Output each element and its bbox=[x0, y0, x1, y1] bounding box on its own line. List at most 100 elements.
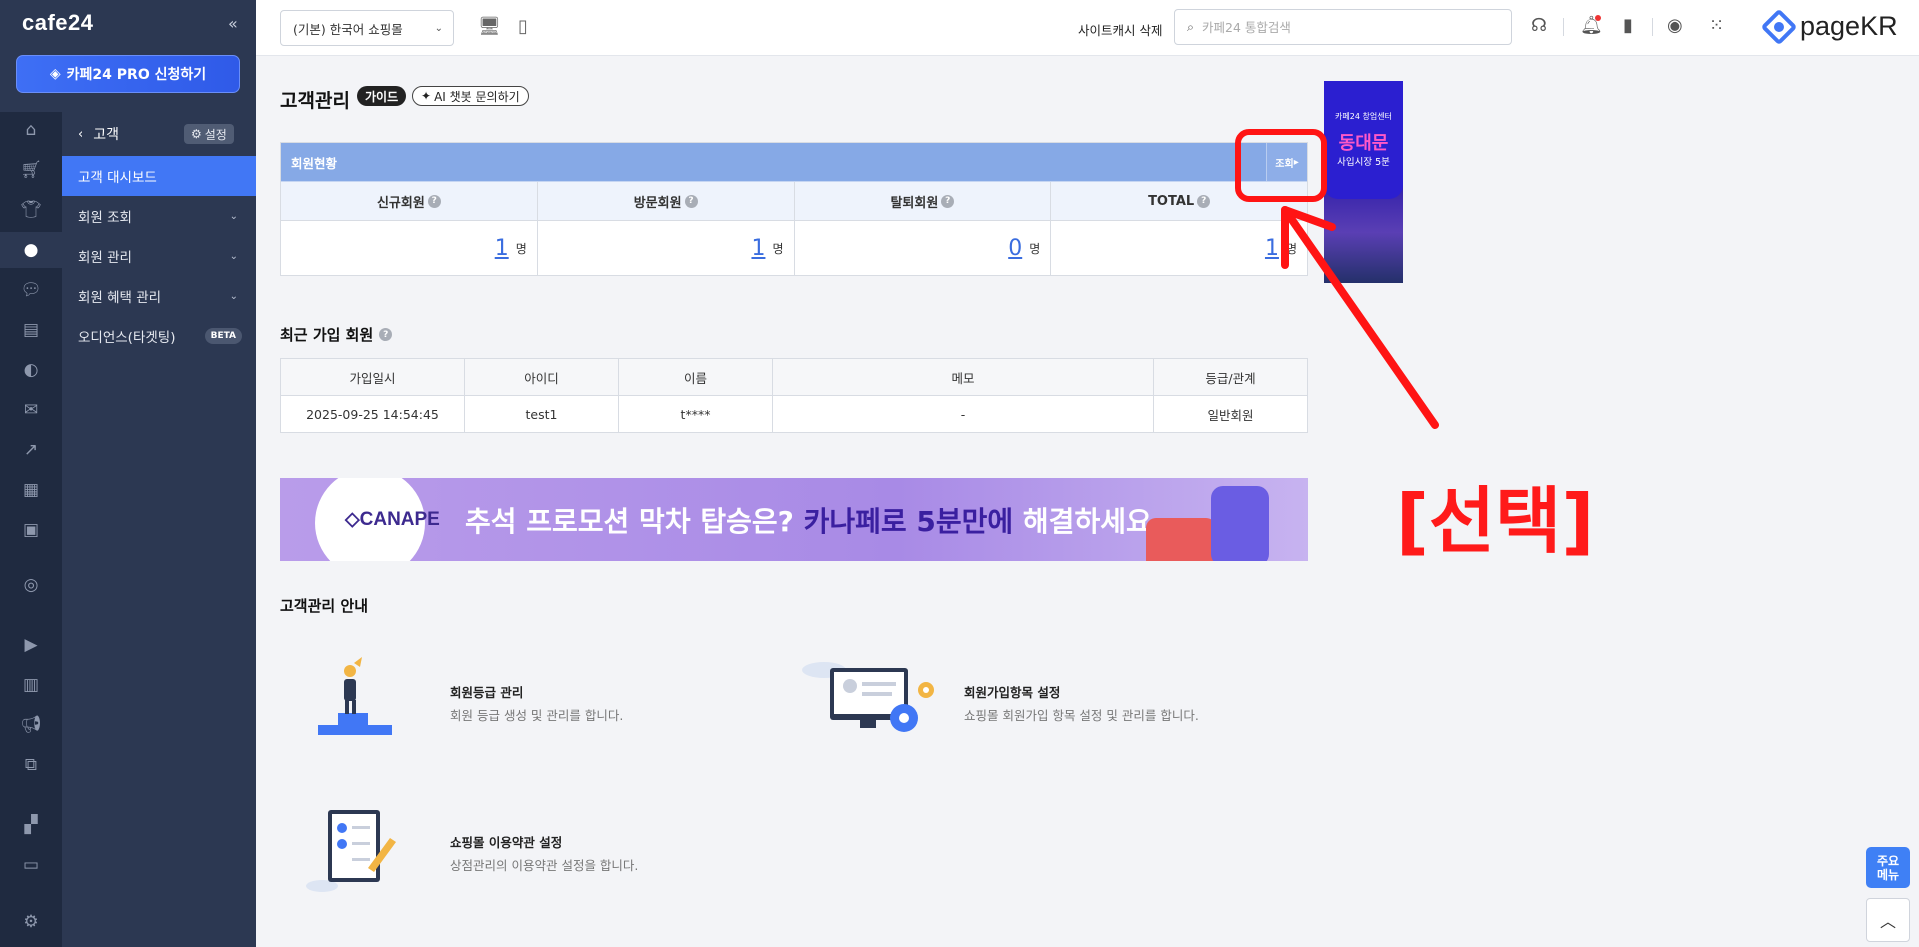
value-new: 1명 bbox=[281, 221, 538, 275]
withdrawn-count-link[interactable]: 0 bbox=[1008, 236, 1022, 261]
help-icon[interactable]: ? bbox=[427, 194, 441, 208]
stats-icon[interactable]: ▦ bbox=[0, 472, 62, 508]
user-icon[interactable]: ◉ bbox=[1667, 15, 1683, 36]
sidebar-item-member-manage[interactable]: 회원 관리 ⌄ bbox=[62, 236, 256, 276]
sidebar-item-member-benefit[interactable]: 회원 혜택 관리 ⌄ bbox=[62, 276, 256, 316]
unit: 명 bbox=[772, 241, 784, 256]
col-label: TOTAL bbox=[1148, 193, 1195, 209]
chat-icon[interactable]: 💬︎ bbox=[0, 272, 62, 308]
marketing-icon[interactable]: 📢︎ bbox=[0, 707, 62, 743]
ad-main-text: 동대문 bbox=[1338, 133, 1389, 154]
excel-icon[interactable]: ▣ bbox=[0, 512, 62, 548]
banner-text-1: 추석 프로모션 막차 탑승은? bbox=[465, 505, 804, 538]
back-icon[interactable]: ‹ bbox=[78, 127, 83, 142]
guide-button[interactable]: 가이드 bbox=[357, 86, 407, 106]
unit: 명 bbox=[515, 241, 527, 256]
folder-icon[interactable]: ▭ bbox=[0, 847, 62, 883]
sidebar-item-label: 고객 대시보드 bbox=[78, 170, 157, 186]
th-id: 아이디 bbox=[464, 358, 619, 396]
member-status-panel: 회원현황 조회 ▸ 신규회원? 방문회원? 탈퇴회원? TOTAL? 1명 1명 … bbox=[280, 142, 1308, 276]
bookmark-icon[interactable]: ▮ bbox=[1623, 15, 1633, 36]
card-title: 회원등급 관리 bbox=[450, 685, 524, 700]
shop-select[interactable]: (기본) 한국어 쇼핑몰 ⌄ bbox=[280, 10, 454, 46]
canape-promo-banner[interactable]: ◇CANAPE 추석 프로모션 막차 탑승은? 카나페로 5분만에 해결하세요 bbox=[280, 478, 1308, 561]
shirt-icon[interactable]: 👕︎ bbox=[0, 192, 62, 228]
quick-menu-button[interactable]: 주요 메뉴 bbox=[1866, 847, 1910, 888]
col-visit: 방문회원? bbox=[538, 182, 795, 220]
video-icon[interactable]: ▶ bbox=[0, 627, 62, 663]
notification-dot bbox=[1595, 15, 1601, 21]
banner-text-3: 해결하세요 bbox=[1013, 505, 1152, 538]
sidebar-item-member-search[interactable]: 회원 조회 ⌄ bbox=[62, 196, 256, 236]
member-status-values: 1명 1명 0명 1명 bbox=[281, 221, 1307, 275]
card-title: 쇼핑몰 이용약관 설정 bbox=[450, 835, 563, 850]
cache-delete-button[interactable]: 사이트캐시 삭제 bbox=[1078, 20, 1162, 39]
customer-icon[interactable]: ● bbox=[0, 232, 62, 268]
help-icon[interactable]: ? bbox=[941, 194, 955, 208]
help-icon[interactable]: ? bbox=[1197, 194, 1211, 208]
scroll-top-button[interactable]: ︿ bbox=[1866, 898, 1910, 942]
settings-button[interactable]: ⚙ 설정 bbox=[184, 124, 234, 144]
home-icon[interactable]: ⌂ bbox=[0, 112, 62, 148]
search-box: ⌕ bbox=[1174, 9, 1512, 45]
sidebar-item-audience[interactable]: 오디언스(타겟팅) BETA bbox=[62, 316, 256, 356]
help-icon[interactable]: ? bbox=[379, 328, 393, 341]
gear-icon: ⚙ bbox=[191, 127, 202, 141]
th-name: 이름 bbox=[618, 358, 773, 396]
headset-icon[interactable]: ☊ bbox=[1531, 15, 1547, 36]
cell-id: test1 bbox=[464, 395, 619, 433]
recent-members-table: 가입일시 아이디 이름 메모 등급/관계 2025-09-25 14:54:45… bbox=[280, 358, 1308, 433]
annotation-arrow bbox=[1281, 206, 1439, 429]
apps-icon[interactable]: ▞ bbox=[0, 807, 62, 843]
new-count-link[interactable]: 1 bbox=[495, 236, 509, 261]
help-icon[interactable]: ? bbox=[684, 194, 698, 208]
ai-chat-label: AI 챗봇 문의하기 bbox=[434, 89, 520, 104]
chevron-down-icon: ⌄ bbox=[434, 22, 443, 34]
sidebar-item-label: 회원 조회 bbox=[78, 210, 132, 226]
mobile-icon[interactable]: ▯ bbox=[518, 16, 528, 37]
store-icon[interactable]: ▥ bbox=[0, 667, 62, 703]
design-icon[interactable]: ◐ bbox=[0, 352, 62, 388]
visit-count-link[interactable]: 1 bbox=[751, 236, 765, 261]
shop-select-value: (기본) 한국어 쇼핑몰 bbox=[293, 21, 403, 37]
pro-apply-button[interactable]: ◈ 카페24 PRO 신청하기 bbox=[16, 55, 240, 93]
chevron-down-icon: ⌄ bbox=[229, 250, 238, 262]
member-status-columns: 신규회원? 방문회원? 탈퇴회원? TOTAL? bbox=[281, 181, 1307, 221]
sidebar-item-dashboard[interactable]: 고객 대시보드 bbox=[62, 156, 256, 196]
ad-bottom-text: 사입시장 5분 bbox=[1337, 157, 1390, 168]
submenu: ‹ 고객 ⚙ 설정 고객 대시보드 회원 조회 ⌄ 회원 관리 ⌄ 회원 혜택 … bbox=[62, 112, 256, 947]
quick-menu-label: 주요 메뉴 bbox=[1876, 853, 1900, 882]
section-title: 고객 bbox=[93, 127, 119, 143]
cafe24-logo[interactable]: cafe24 bbox=[22, 10, 94, 36]
guide-card-signup[interactable]: 회원가입항목 설정 쇼핑몰 회원가입 항목 설정 및 관리를 합니다. bbox=[796, 650, 1316, 750]
pro-icon[interactable]: ◎ bbox=[0, 567, 62, 603]
search-input[interactable] bbox=[1202, 19, 1483, 35]
desktop-icon[interactable]: 🖥︎ bbox=[478, 16, 501, 37]
channel-icon[interactable]: ⧉ bbox=[0, 747, 62, 783]
gift-illustration bbox=[1146, 518, 1216, 561]
collapse-sidebar-icon[interactable]: « bbox=[228, 14, 238, 33]
table-row[interactable]: 2025-09-25 14:54:45 test1 t**** - 일반회원 bbox=[280, 395, 1308, 433]
sidebar: cafe24 « ◈ 카페24 PRO 신청하기 ⌂ 🛒︎ 👕︎ ● 💬︎ ▤ … bbox=[0, 0, 256, 947]
app-grid-icon[interactable]: ⁙ bbox=[1709, 15, 1724, 36]
promotion-icon[interactable]: ✉ bbox=[0, 392, 62, 428]
cell-name: t**** bbox=[618, 395, 773, 433]
banner-headline: 추석 프로모션 막차 탑승은? 카나페로 5분만에 해결하세요 bbox=[465, 500, 1152, 540]
brand-name: pageKR bbox=[1800, 11, 1898, 41]
col-new: 신규회원? bbox=[281, 182, 538, 220]
brand-logo[interactable]: pageKR bbox=[1760, 8, 1898, 45]
col-label: 신규회원 bbox=[376, 195, 425, 211]
divider bbox=[1652, 18, 1653, 36]
sidebar-item-label: 오디언스(타겟팅) bbox=[78, 330, 176, 346]
th-memo: 메모 bbox=[772, 358, 1154, 396]
guide-card-terms[interactable]: 쇼핑몰 이용약관 설정 상점관리의 이용약관 설정을 합니다. bbox=[300, 800, 1020, 900]
guide-section-title: 고객관리 안내 bbox=[280, 597, 369, 615]
member-status-header: 회원현황 조회 ▸ bbox=[281, 143, 1307, 181]
analytics-icon[interactable]: ↗ bbox=[0, 432, 62, 468]
gear-icon[interactable]: ⚙ bbox=[0, 904, 62, 940]
icon-rail: ⌂ 🛒︎ 👕︎ ● 💬︎ ▤ ◐ ✉ ↗ ▦ ▣ ◎ ▶ ▥ 📢︎ ⧉ ▞ ▭ … bbox=[0, 112, 62, 947]
cart-icon[interactable]: 🛒︎ bbox=[0, 152, 62, 188]
pagekr-logo-icon bbox=[1760, 8, 1798, 45]
ai-chat-button[interactable]: ✦ AI 챗봇 문의하기 bbox=[412, 86, 529, 106]
board-icon[interactable]: ▤ bbox=[0, 312, 62, 348]
